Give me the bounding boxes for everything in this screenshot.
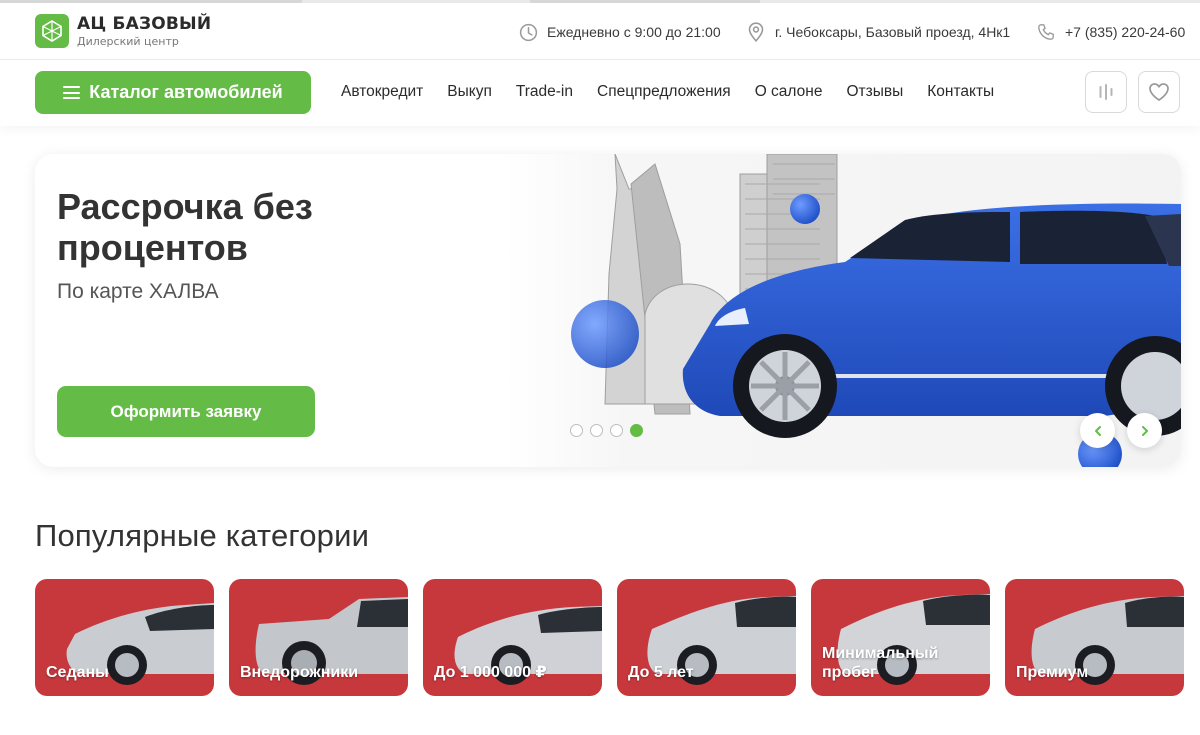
brand-subtitle: Дилерский центр [77,34,179,48]
hero-title: Рассрочка без процентов [57,186,313,268]
compare-button[interactable] [1085,71,1127,113]
nav-link-contacts[interactable]: Контакты [927,83,994,101]
category-label: Седаны [46,664,109,681]
slider-dots [570,424,643,437]
nav-links: Автокредит Выкуп Trade-in Спецпредложени… [341,83,994,101]
slider-prev-button[interactable] [1080,413,1115,448]
heart-icon [1149,83,1169,101]
slider-next-button[interactable] [1127,413,1162,448]
nav-link-reviews[interactable]: Отзывы [846,83,903,101]
chevron-left-icon [1094,425,1101,436]
clock-icon [518,22,538,42]
category-card-premium[interactable]: Премиум [1005,579,1184,696]
header-top: АЦ БАЗОВЫЙ Дилерский центр Ежедневно с 9… [0,3,1200,60]
nav-link-autocredit[interactable]: Автокредит [341,83,423,101]
category-label: Премиум [1016,664,1089,681]
category-label: Внедорожники [240,664,359,681]
phone-icon [1036,22,1056,42]
catalog-button-label: Каталог автомобилей [89,82,283,102]
hero-subtitle: По карте ХАЛВА [57,280,219,303]
category-card-under-1m[interactable]: До 1 000 000 ₽ [423,579,602,696]
nav-link-buyout[interactable]: Выкуп [447,83,492,101]
main-navigation-bar: Каталог автомобилей Автокредит Выкуп Tra… [0,60,1200,126]
slider-dot[interactable] [590,424,603,437]
favorites-button[interactable] [1138,71,1180,113]
category-label: До 5 лет [628,664,694,681]
chevron-right-icon [1141,425,1148,436]
category-card-suv[interactable]: Внедорожники [229,579,408,696]
working-hours: Ежедневно с 9:00 до 21:00 [518,22,721,42]
category-card-under-5-years[interactable]: До 5 лет [617,579,796,696]
hero-slider: Рассрочка без процентов По карте ХАЛВА О… [35,154,1181,467]
popular-categories-title: Популярные категории [35,518,370,553]
phone[interactable]: +7 (835) 220-24-60 [1036,22,1185,42]
apply-button[interactable]: Оформить заявку [57,386,315,437]
slider-dot-active[interactable] [630,424,643,437]
catalog-button[interactable]: Каталог автомобилей [35,71,311,114]
nav-link-special-offers[interactable]: Спецпредложения [597,83,731,101]
category-list: Седаны Внедорожники До 1 000 000 ₽ До 5 … [35,579,1184,696]
nav-link-about[interactable]: О салоне [755,83,823,101]
category-card-sedans[interactable]: Седаны [35,579,214,696]
menu-icon [63,86,81,99]
logo-mark-icon [35,14,69,48]
slider-dot[interactable] [610,424,623,437]
brand-title: АЦ БАЗОВЫЙ [77,13,212,34]
slider-dot[interactable] [570,424,583,437]
working-hours-text: Ежедневно с 9:00 до 21:00 [547,24,721,40]
map-pin-icon [746,22,766,42]
nav-link-trade-in[interactable]: Trade-in [516,83,573,101]
compare-icon [1099,84,1113,100]
address-text: г. Чебоксары, Базовый проезд, 4Нк1 [775,24,1011,40]
address[interactable]: г. Чебоксары, Базовый проезд, 4Нк1 [746,22,1010,42]
category-label: До 1 000 000 ₽ [434,664,547,681]
category-card-low-mileage[interactable]: Минимальный пробег [811,579,990,696]
logo[interactable]: АЦ БАЗОВЫЙ Дилерский центр [35,14,211,48]
category-label: Минимальный пробег [822,645,939,681]
hero-car-illustration [505,154,1181,467]
phone-text: +7 (835) 220-24-60 [1065,24,1186,40]
